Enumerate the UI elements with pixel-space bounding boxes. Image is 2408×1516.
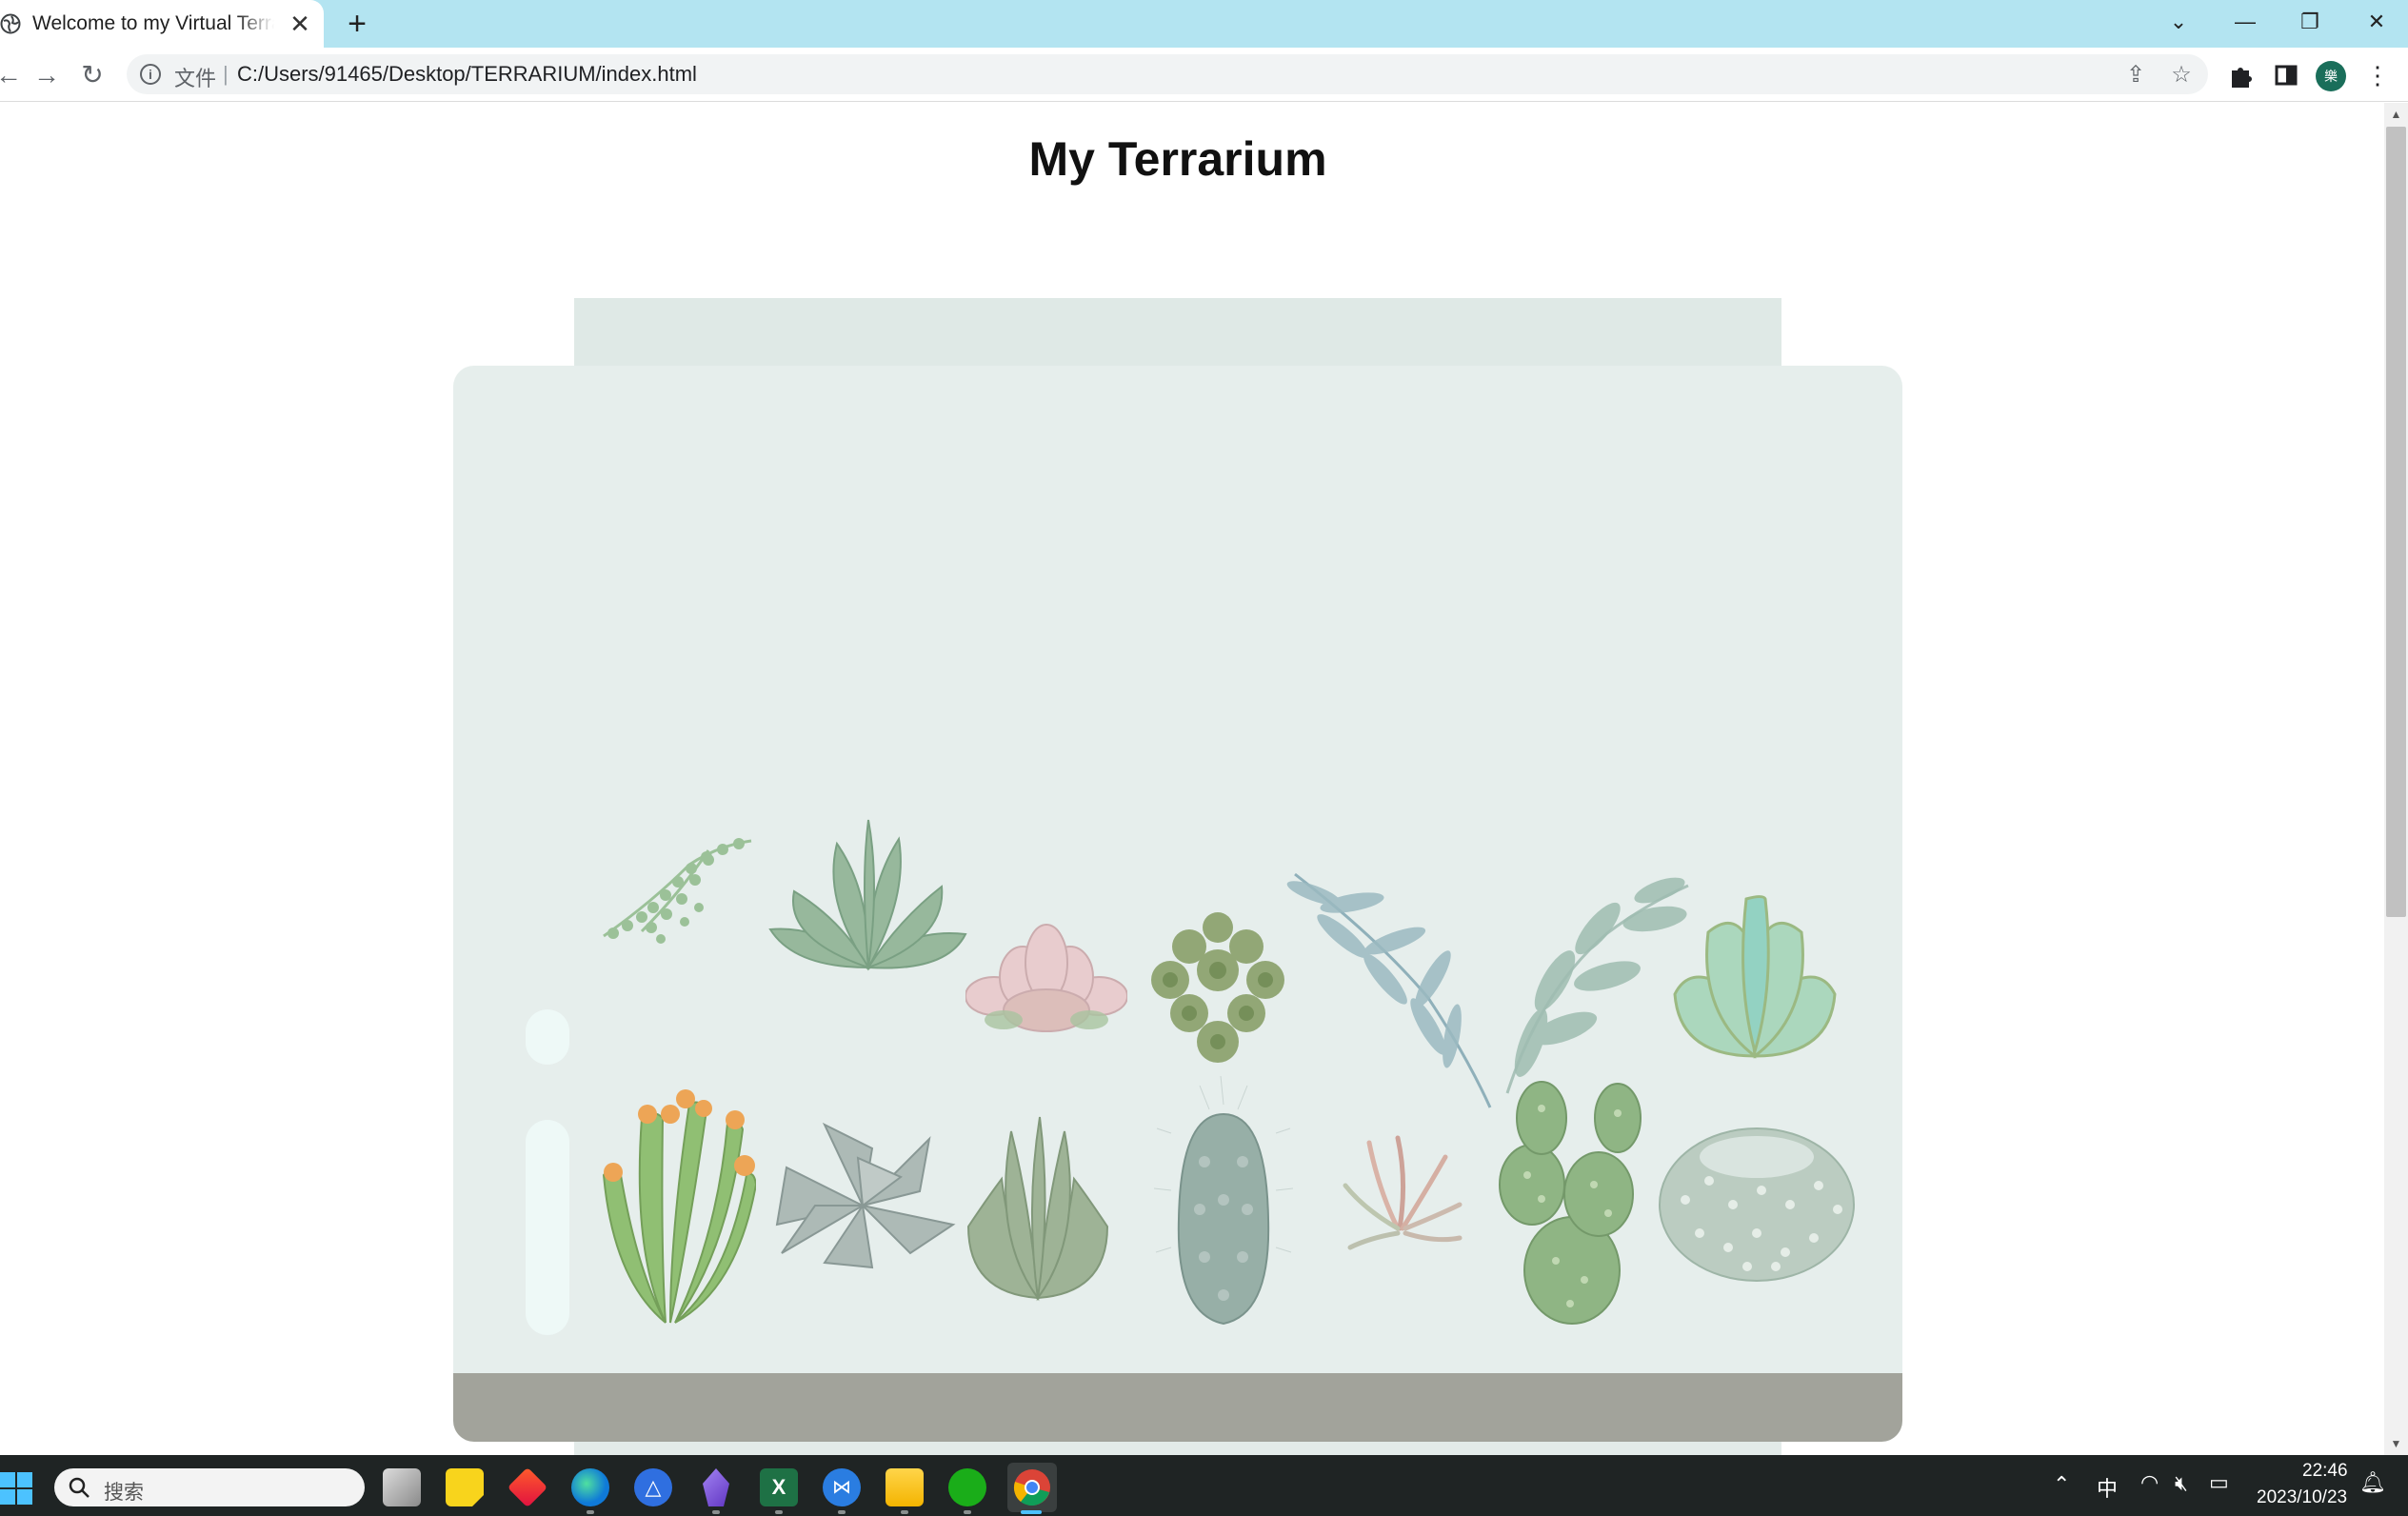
extensions-puzzle-icon[interactable] (2224, 59, 2257, 91)
chrome-active-tile[interactable] (1007, 1463, 1057, 1512)
app-diamond-icon[interactable] (507, 1466, 548, 1508)
prickly-pear-plant[interactable] (1499, 1080, 1645, 1326)
tab-search-chevron-icon[interactable]: ⌄ (2159, 6, 2198, 38)
page-title: My Terrarium (1028, 132, 1327, 186)
jar-dirt (453, 1373, 1902, 1442)
taskbar-running-indicator (587, 1510, 594, 1514)
taskbar-search-box[interactable]: 搜索 (54, 1468, 365, 1506)
address-bar[interactable]: i 文件 | C:/Users/91465/Desktop/TERRARIUM/… (127, 54, 2208, 94)
taskbar-running-indicator (712, 1510, 720, 1514)
jar-bottom (574, 1442, 1781, 1455)
restore-icon[interactable]: ❐ (2291, 6, 2329, 38)
obsidian-icon[interactable] (703, 1468, 729, 1506)
screen: Welcome to my Virtual Terrarium ✕ + ⌄ — … (0, 0, 2408, 1516)
taskbar-running-indicator (901, 1510, 908, 1514)
jar-glossy-short (526, 1009, 569, 1065)
gray-succulent-plant[interactable] (767, 1120, 958, 1272)
info-icon[interactable]: i (140, 64, 161, 85)
scroll-down-icon[interactable]: ▼ (2386, 1434, 2406, 1453)
url-text[interactable]: C:/Users/91465/Desktop/TERRARIUM/index.h… (237, 62, 697, 87)
share-icon[interactable]: ⇪ (2122, 62, 2149, 89)
wifi-icon[interactable]: ◠ (2140, 1470, 2159, 1495)
side-panel-icon[interactable] (2270, 59, 2302, 91)
chip-separator: | (223, 62, 229, 86)
taskbar-running-indicator (775, 1510, 783, 1514)
jade-succulent-plant[interactable] (1670, 889, 1840, 1063)
task-view-icon[interactable] (383, 1468, 421, 1506)
edge-browser-icon[interactable] (571, 1468, 609, 1506)
globe-icon (0, 13, 21, 34)
ime-indicator[interactable]: 中 (2097, 1472, 2118, 1503)
jar-top (574, 298, 1781, 374)
notification-bell-icon[interactable]: 🔔︎ (2359, 1470, 2386, 1495)
volume-muted-icon[interactable]: 🔇︎ (2175, 1471, 2188, 1496)
app-triangle-icon[interactable]: △ (634, 1468, 672, 1506)
reload-icon[interactable]: ↻ (76, 59, 109, 91)
pink-succulent-plant[interactable] (965, 920, 1127, 1039)
clock-time[interactable]: 22:46 (2302, 1461, 2348, 1482)
scroll-up-icon[interactable]: ▲ (2386, 105, 2406, 124)
file-chip: 文件 (174, 67, 217, 90)
columnar-cactus-plant[interactable] (1152, 1076, 1295, 1331)
browser-tab-strip: Welcome to my Virtual Terrarium ✕ + ⌄ — … (0, 0, 2408, 50)
eucalyptus-branch-plant[interactable] (1285, 865, 1495, 1112)
browser-toolbar: ← → ↻ i 文件 | C:/Users/91465/Desktop/TERR… (0, 48, 2408, 102)
air-plant[interactable] (1341, 1133, 1464, 1255)
tab-close-icon[interactable]: ✕ (288, 11, 312, 36)
battery-icon[interactable]: ▭ (2209, 1470, 2229, 1495)
windows-taskbar: 搜索 △ X ⋈ ⌃ 中 ◠ 🔇︎ ▭ 22:46 2023/10/23 🔔︎ (0, 1455, 2408, 1516)
windows-start-icon[interactable] (0, 1472, 32, 1505)
back-arrow-icon[interactable]: ← (0, 59, 25, 91)
search-icon (69, 1477, 90, 1498)
minimize-icon[interactable]: — (2226, 6, 2264, 38)
scroll-thumb[interactable] (2386, 127, 2406, 917)
tab-title: Welcome to my Virtual Terrarium (32, 12, 274, 35)
file-explorer-icon[interactable] (886, 1468, 924, 1506)
sedum-cluster-plant[interactable] (1146, 908, 1289, 1068)
aloe-plant[interactable] (964, 1112, 1112, 1303)
forward-arrow-icon[interactable]: → (30, 59, 63, 91)
jar-glossy-long (526, 1120, 569, 1335)
flowering-cactus-plant[interactable] (594, 1080, 756, 1327)
search-placeholder: 搜索 (104, 1482, 144, 1504)
clock-date[interactable]: 2023/10/23 (2257, 1487, 2347, 1508)
page-viewport: My Terrarium (0, 103, 2384, 1455)
new-tab-button[interactable]: + (341, 8, 373, 40)
string-of-pearls-plant[interactable] (594, 827, 756, 950)
taskbar-active-indicator (1021, 1510, 1042, 1514)
ball-cactus-plant[interactable] (1657, 1114, 1857, 1284)
wechat-icon[interactable] (948, 1468, 986, 1506)
tray-overflow-icon[interactable]: ⌃ (2053, 1472, 2070, 1497)
chrome-icon (1013, 1469, 1050, 1506)
taskbar-running-indicator (838, 1510, 846, 1514)
more-menu-icon[interactable]: ⋮ (2361, 59, 2394, 91)
green-echeveria-plant[interactable] (766, 815, 971, 983)
excel-icon[interactable]: X (760, 1468, 798, 1506)
close-window-icon[interactable]: ✕ (2358, 6, 2396, 38)
taskbar-running-indicator (964, 1510, 971, 1514)
profile-avatar[interactable]: 樂 (2316, 61, 2346, 91)
sticky-notes-icon[interactable] (446, 1468, 484, 1506)
visual-studio-icon[interactable]: ⋈ (823, 1468, 861, 1506)
bookmark-star-icon[interactable]: ☆ (2168, 62, 2195, 89)
leafy-branch-plant[interactable] (1503, 876, 1693, 1095)
browser-tab[interactable]: Welcome to my Virtual Terrarium ✕ (0, 0, 324, 50)
